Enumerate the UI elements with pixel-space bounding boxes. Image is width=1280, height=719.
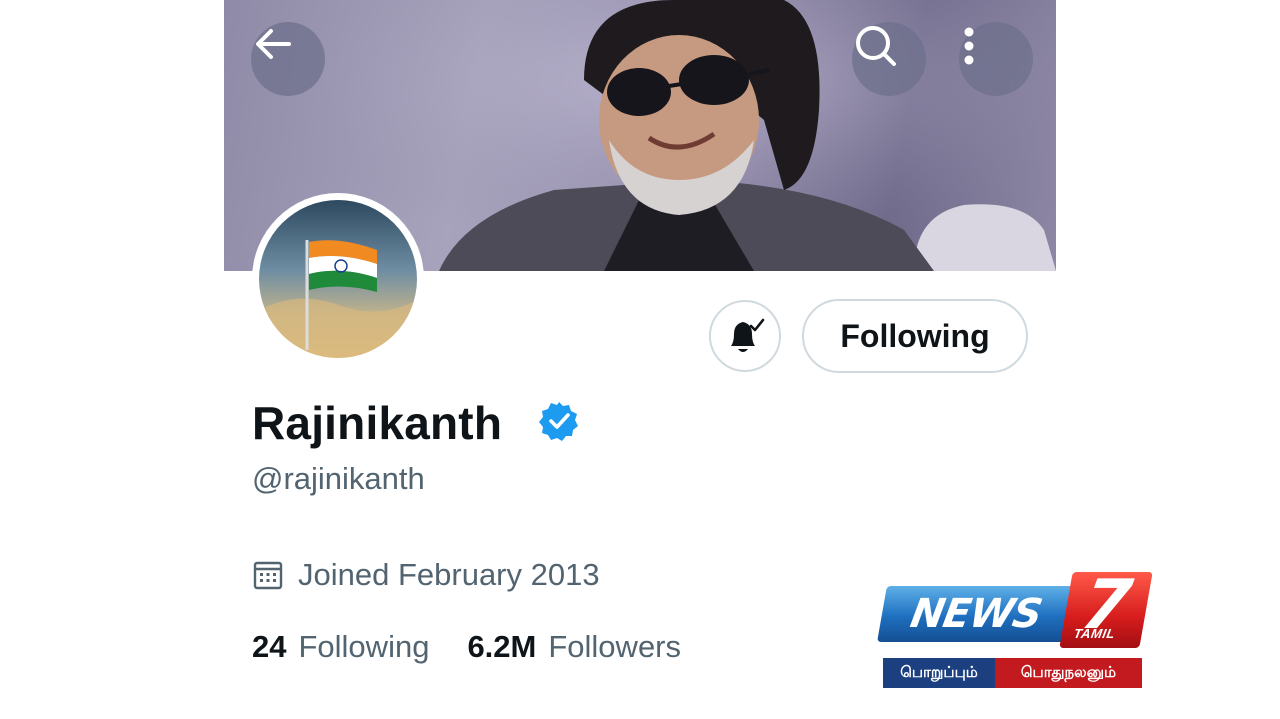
profile-name: Rajinikanth (252, 397, 503, 449)
followers-label: Followers (548, 629, 682, 664)
logo-tagline-right: பொதுநலனும் (995, 658, 1142, 688)
bell-subscribed-icon (731, 318, 765, 352)
search-icon (856, 26, 896, 66)
profile-handle: @rajinikanth (252, 461, 425, 496)
logo-seven-block: 7 TAMIL (1059, 566, 1153, 648)
logo-tagline-left: பொறுப்பும் (883, 658, 995, 688)
logo-news-text: NEWS (877, 586, 1075, 642)
more-options-button[interactable] (959, 22, 1033, 96)
notification-button[interactable] (709, 300, 781, 372)
more-vertical-icon (964, 27, 974, 65)
following-count: 24 (252, 629, 287, 664)
following-label: Following (298, 629, 430, 664)
verified-badge-icon (539, 402, 578, 441)
arrow-left-icon (256, 29, 291, 59)
search-button[interactable] (852, 22, 926, 96)
calendar-icon (253, 561, 283, 590)
news7-tamil-logo: NEWS 7 TAMIL பொறுப்பும் பொதுநலனும் (877, 566, 1153, 692)
profile-stats: 24 Following 6.2M Followers (252, 627, 719, 667)
avatar-flag-image (259, 200, 417, 358)
following-button[interactable]: Following (802, 299, 1028, 373)
joined-text: Joined February 2013 (298, 557, 600, 592)
followers-count: 6.2M (467, 629, 537, 664)
followers-count-link[interactable]: 6.2M Followers (467, 627, 681, 667)
logo-tamil-text: TAMIL (1072, 626, 1117, 641)
avatar[interactable] (252, 193, 424, 365)
joined-date: Joined February 2013 (252, 556, 600, 594)
back-button[interactable] (251, 22, 325, 96)
following-count-link[interactable]: 24 Following (252, 627, 429, 667)
